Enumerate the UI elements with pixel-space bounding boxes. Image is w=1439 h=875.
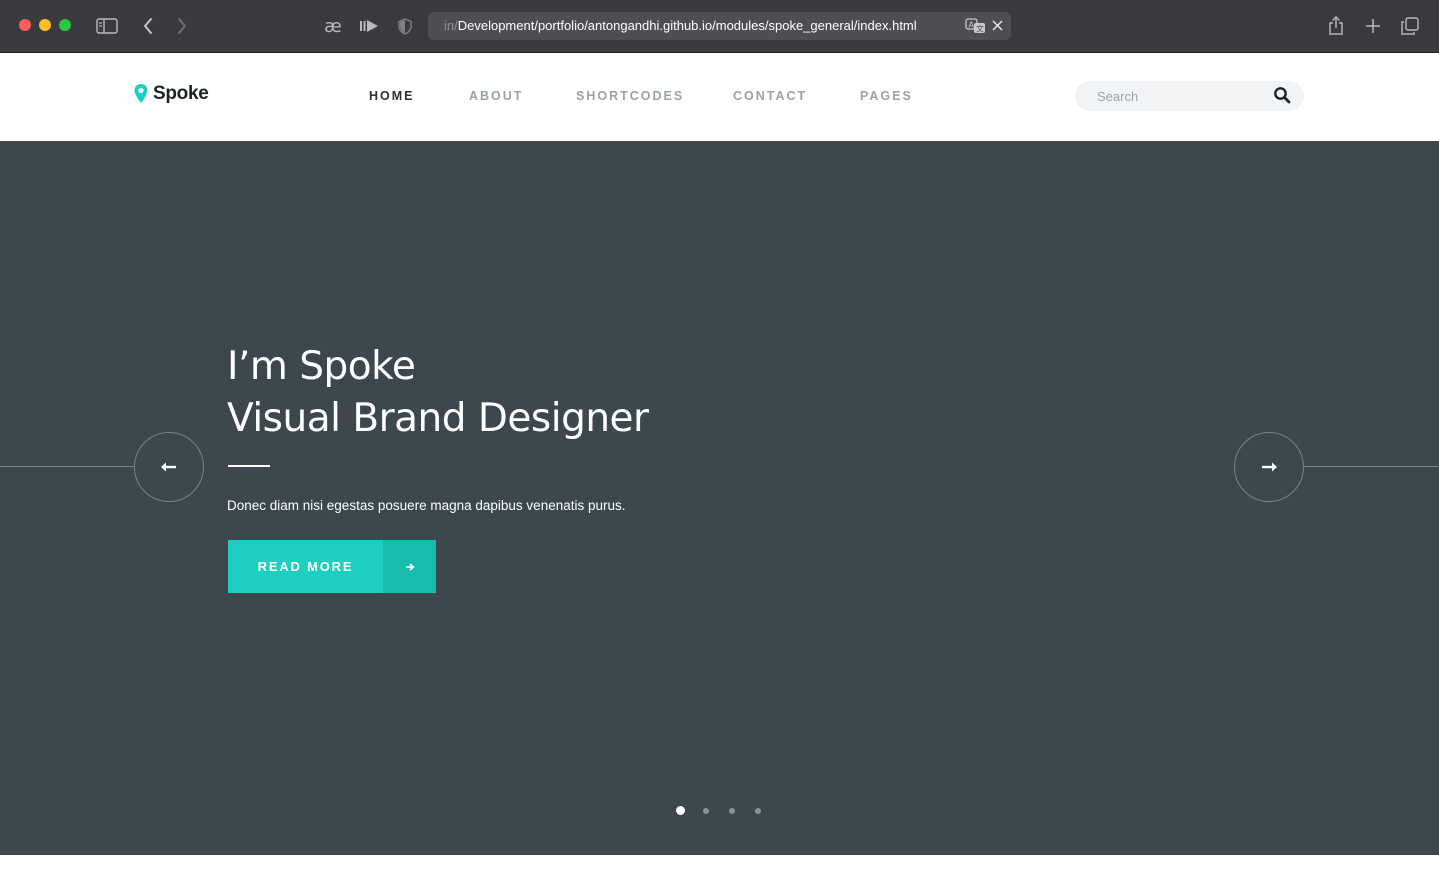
nav-item-about[interactable]: ABOUT (469, 89, 523, 103)
slide-dot-1[interactable] (676, 806, 685, 815)
translate-icon[interactable]: A文 (965, 17, 987, 35)
arrow-right-icon (1262, 462, 1277, 472)
shield-icon[interactable] (395, 14, 415, 38)
arrow-right-small-icon (383, 540, 436, 593)
url-main: Development/portfolio/antongandhi.github… (457, 18, 917, 33)
site-header: Spoke HOME ABOUT SHORTCODES CONTACT PAGE… (0, 53, 1439, 141)
share-icon[interactable] (1325, 14, 1347, 38)
minimize-window-button[interactable] (39, 19, 51, 31)
slide-dot-3[interactable] (729, 808, 735, 814)
read-more-button[interactable]: READ MORE (228, 540, 436, 593)
hero-title-line-1: I’m Spoke (227, 344, 416, 389)
slider-pagination (0, 806, 1439, 816)
map-pin-icon (134, 84, 148, 103)
web-page: Spoke HOME ABOUT SHORTCODES CONTACT PAGE… (0, 53, 1439, 875)
sidebar-icon[interactable] (95, 14, 119, 38)
forward-icon[interactable] (172, 14, 192, 38)
logo-text: Spoke (153, 83, 209, 104)
nav-item-contact[interactable]: CONTACT (733, 89, 807, 103)
url-text[interactable]: in/Development/portfolio/antongandhi.git… (444, 18, 917, 33)
back-icon[interactable] (138, 14, 158, 38)
site-logo[interactable]: Spoke (133, 83, 209, 105)
hero-title: I’m Spoke Visual Brand Designer (227, 341, 649, 445)
nav-item-shortcodes[interactable]: SHORTCODES (576, 89, 684, 103)
hero-subtitle: Donec diam nisi egestas posuere magna da… (227, 498, 626, 513)
hero-divider (228, 465, 270, 467)
tabs-overview-icon[interactable] (1399, 14, 1421, 38)
address-bar[interactable]: in/Development/portfolio/antongandhi.git… (428, 12, 1011, 40)
prev-slide-button[interactable] (134, 432, 204, 502)
nav-item-pages[interactable]: PAGES (860, 89, 913, 103)
arrow-left-icon (161, 462, 176, 472)
slider-rail-left (0, 466, 134, 467)
nav-item-home[interactable]: HOME (369, 89, 415, 103)
search-icon[interactable] (1273, 86, 1291, 104)
next-section (0, 855, 1439, 875)
new-tab-icon[interactable] (1362, 14, 1384, 38)
next-slide-button[interactable] (1234, 432, 1304, 502)
slide-dot-2[interactable] (703, 808, 709, 814)
read-more-label: READ MORE (257, 559, 354, 574)
hero-title-line-2: Visual Brand Designer (227, 396, 649, 441)
url-prefix: in/ (444, 18, 458, 33)
clear-icon[interactable] (990, 17, 1006, 35)
hero-slider: I’m Spoke Visual Brand Designer Donec di… (0, 141, 1439, 855)
close-window-button[interactable] (19, 19, 31, 31)
reader-icon[interactable] (357, 14, 381, 38)
ae-icon[interactable]: æ (320, 14, 346, 38)
browser-toolbar: æ in/Development/portfolio/antongandhi.g… (0, 0, 1439, 53)
slide-dot-4[interactable] (755, 808, 761, 814)
search-input[interactable] (1097, 87, 1267, 105)
svg-text:文: 文 (976, 24, 984, 34)
svg-text:A: A (969, 21, 975, 30)
search-box (1075, 81, 1304, 111)
slider-rail-right (1304, 466, 1439, 467)
zoom-window-button[interactable] (59, 19, 71, 31)
